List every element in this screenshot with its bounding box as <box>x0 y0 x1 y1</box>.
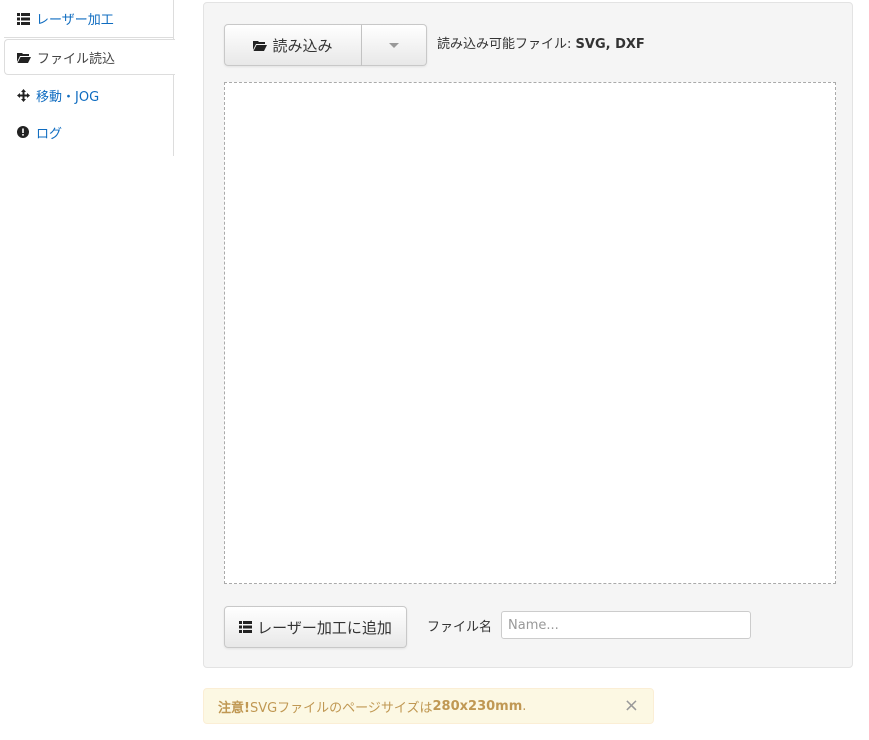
load-button-group: 読み込み <box>224 24 427 66</box>
nav-item-laser[interactable]: レーザー加工 <box>4 0 174 38</box>
nav-item-file-load[interactable]: ファイル読込 <box>4 39 175 75</box>
alert-size: 280x230mm <box>432 698 523 714</box>
file-load-panel: 読み込み 読み込み可能ファイル: SVG, DXF レーザー加工に追加 ファイル… <box>203 2 853 668</box>
load-button[interactable]: 読み込み <box>224 24 362 66</box>
filetypes-value: SVG, DXF <box>575 37 645 52</box>
alert-end: . <box>522 698 527 714</box>
file-preview-area[interactable] <box>224 82 836 584</box>
close-icon[interactable]: × <box>624 696 639 716</box>
load-dropdown-toggle[interactable] <box>362 24 427 66</box>
nav-item-log[interactable]: ログ <box>4 114 174 150</box>
move-arrows-icon <box>16 88 30 102</box>
exclamation-circle-icon <box>16 125 30 139</box>
list-icon <box>16 12 30 26</box>
folder-open-icon <box>17 50 31 64</box>
alert-text: SVGファイルのページサイズは <box>249 700 433 716</box>
alert-strong: 注意! <box>218 700 250 716</box>
supported-filetypes: 読み込み可能ファイル: SVG, DXF <box>437 33 645 52</box>
nav-item-label: ファイル読込 <box>37 51 116 67</box>
side-nav: レーザー加工 ファイル読込 移動・JOG ログ <box>0 0 175 156</box>
nav-item-label: 移動・JOG <box>36 89 100 105</box>
filetypes-prefix: 読み込み可能ファイル: <box>437 37 576 52</box>
list-icon <box>239 621 253 633</box>
caret-down-icon <box>389 42 399 48</box>
filename-input[interactable] <box>501 611 751 639</box>
add-to-laser-button[interactable]: レーザー加工に追加 <box>224 606 407 648</box>
load-button-label: 読み込み <box>272 36 333 55</box>
nav-item-move-jog[interactable]: 移動・JOG <box>4 77 174 113</box>
nav-item-label: ログ <box>36 126 63 142</box>
page-size-alert: 注意! SVGファイルのページサイズは 280x230mm. × <box>203 688 654 724</box>
filename-label: ファイル名 <box>427 620 493 635</box>
folder-open-icon <box>253 40 268 51</box>
add-button-label: レーザー加工に追加 <box>257 618 392 637</box>
nav-item-label: レーザー加工 <box>36 13 114 28</box>
